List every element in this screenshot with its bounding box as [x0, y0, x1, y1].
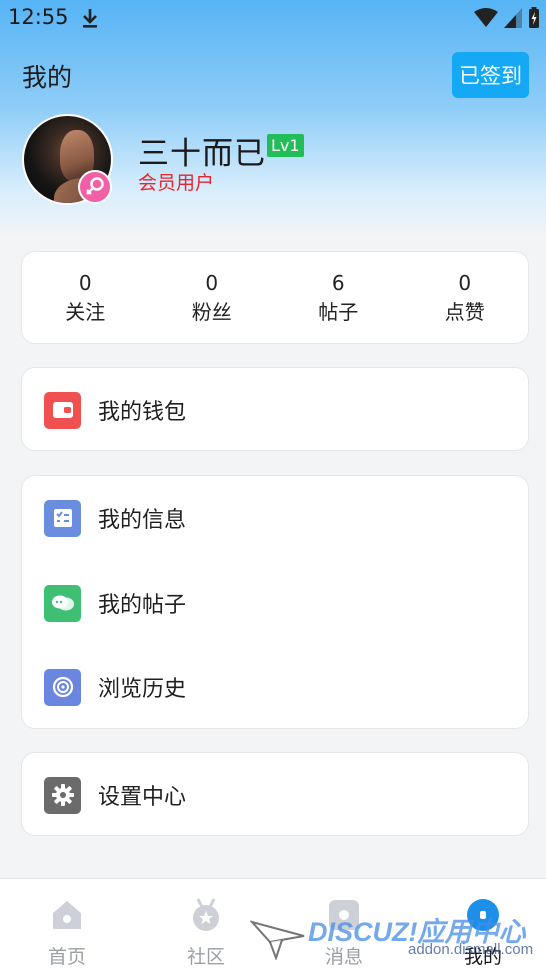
wallet-card: 我的钱包 — [21, 367, 529, 451]
settings-card: 设置中心 — [21, 752, 529, 836]
stat-value: 0 — [205, 270, 219, 295]
gear-icon — [44, 776, 81, 814]
stat-label: 关注 — [65, 299, 106, 324]
profile-info-icon — [44, 499, 81, 537]
menu-item-label: 我的信息 — [98, 508, 187, 533]
stat-followers[interactable]: 0 粉丝 — [149, 252, 276, 343]
stat-following[interactable]: 0 关注 — [22, 252, 149, 343]
wifi-icon — [474, 8, 498, 27]
menu-item-settings[interactable]: 设置中心 — [22, 753, 530, 837]
tab-label: 我的 — [463, 946, 502, 968]
message-icon — [329, 900, 359, 930]
menu-item-posts[interactable]: 我的帖子 — [22, 561, 530, 645]
stat-value: 0 — [458, 270, 472, 295]
menu-card: 我的信息 我的帖子 浏览历史 — [21, 475, 529, 729]
bottom-tab-bar: 首页 社区 消息 我的 — [0, 878, 546, 976]
history-icon — [44, 668, 81, 706]
menu-item-wallet[interactable]: 我的钱包 — [22, 368, 530, 452]
stats-card: 0 关注 0 粉丝 6 帖子 0 点赞 — [21, 251, 529, 344]
tab-label: 消息 — [324, 946, 363, 968]
tab-label: 首页 — [47, 946, 86, 968]
stat-posts[interactable]: 6 帖子 — [275, 252, 402, 343]
battery-charging-icon — [529, 7, 539, 28]
menu-item-history[interactable]: 浏览历史 — [22, 645, 530, 729]
chat-bubbles-icon — [44, 584, 81, 622]
page-title: 我的 — [22, 63, 73, 92]
tab-label: 社区 — [186, 946, 225, 968]
stat-label: 粉丝 — [191, 299, 232, 324]
tab-messages[interactable]: 消息 — [294, 879, 394, 976]
username: 三十而已 — [138, 136, 266, 172]
menu-item-label: 设置中心 — [98, 785, 187, 810]
wallet-icon — [44, 391, 81, 429]
tab-home[interactable]: 首页 — [17, 879, 117, 976]
menu-item-label: 我的帖子 — [98, 593, 187, 618]
status-bar: 12:55 — [0, 0, 546, 36]
stat-label: 帖子 — [318, 299, 359, 324]
status-icons — [474, 7, 540, 29]
status-time: 12:55 — [8, 5, 69, 29]
stat-likes[interactable]: 0 点赞 — [402, 252, 529, 343]
member-role: 会员用户 — [138, 172, 215, 194]
stat-value: 0 — [78, 270, 92, 295]
menu-item-label: 我的钱包 — [98, 400, 187, 425]
level-badge: Lv1 — [267, 134, 304, 157]
female-icon — [78, 170, 112, 204]
download-icon — [83, 9, 97, 28]
stat-label: 点赞 — [444, 299, 485, 324]
tab-community[interactable]: 社区 — [156, 879, 256, 976]
tab-profile[interactable]: 我的 — [433, 879, 533, 976]
stat-value: 6 — [331, 270, 345, 295]
signal-icon — [504, 8, 522, 28]
home-icon — [53, 901, 81, 929]
menu-item-info[interactable]: 我的信息 — [22, 476, 530, 560]
medal-icon — [193, 898, 219, 931]
menu-item-label: 浏览历史 — [98, 677, 187, 702]
profile-icon — [467, 899, 499, 931]
checkin-button[interactable]: 已签到 — [452, 52, 529, 98]
